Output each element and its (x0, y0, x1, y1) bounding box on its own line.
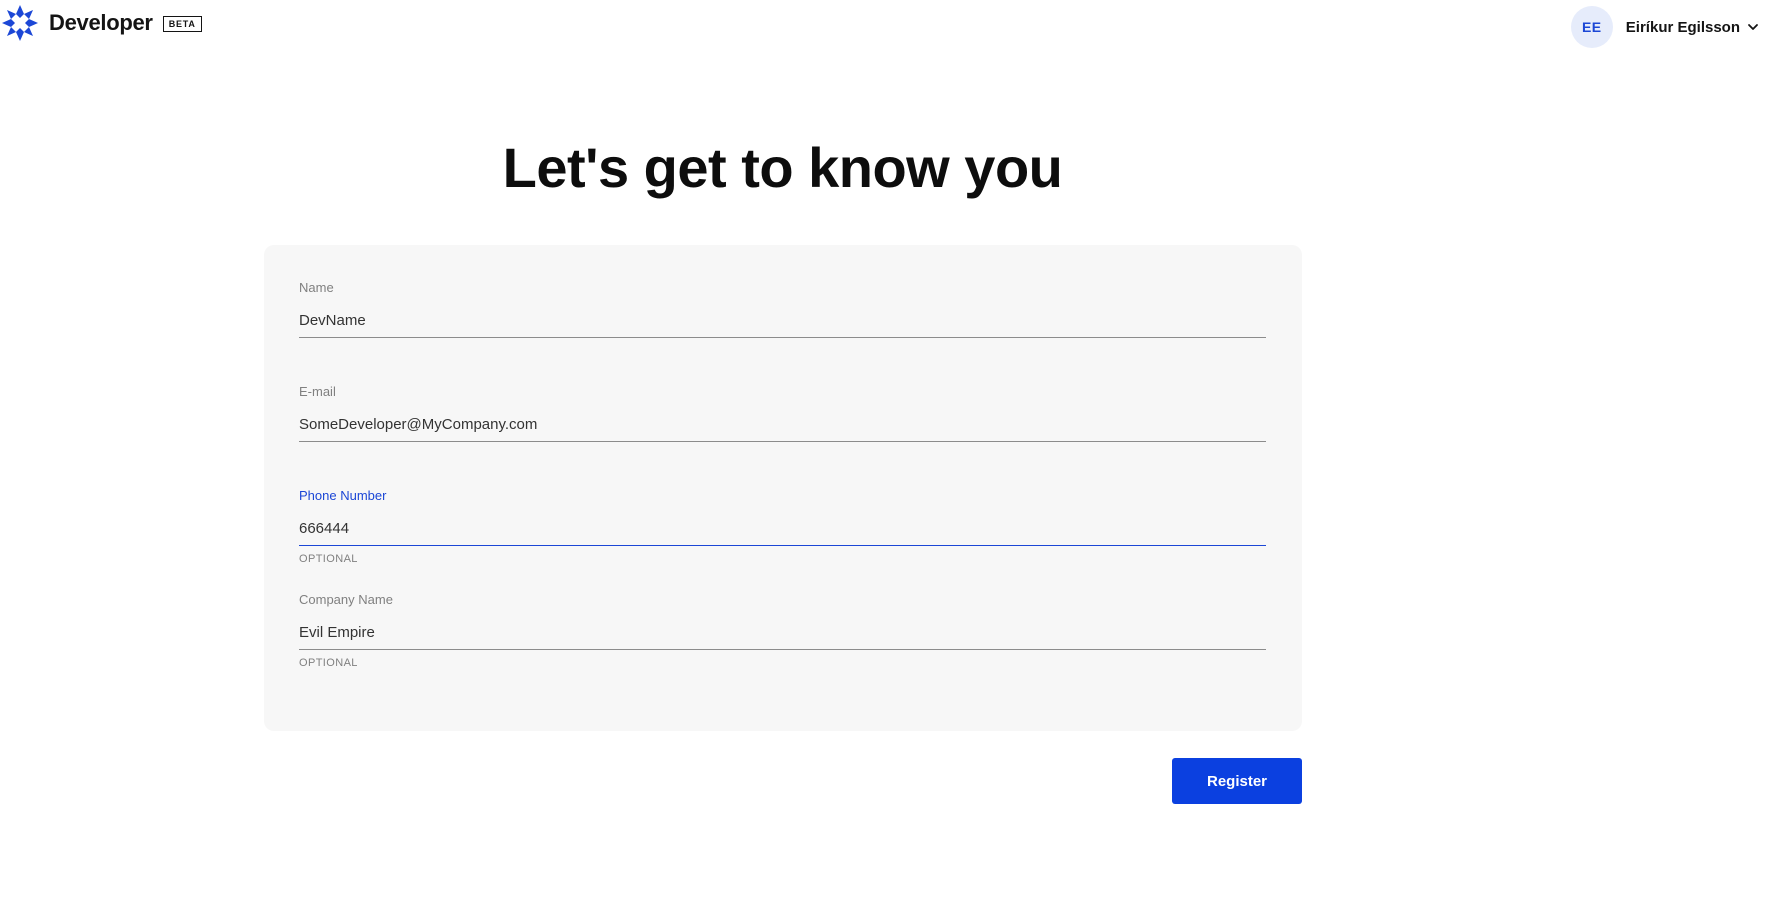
avatar[interactable]: EE (1570, 6, 1613, 48)
email-input[interactable] (299, 412, 1266, 442)
beta-badge: BETA (162, 16, 202, 32)
company-optional-hint: OPTIONAL (299, 657, 358, 669)
name-label: Name (299, 280, 334, 295)
registration-form: Name E-mail Phone Number OPTIONAL Compan… (264, 245, 1302, 731)
company-field: Company Name OPTIONAL (299, 592, 1266, 669)
phone-input[interactable] (299, 516, 1266, 546)
top-bar: Developer BETA EE Eiríkur Egilsson (0, 0, 1767, 52)
page-title: Let's get to know you (502, 136, 1063, 199)
email-field: E-mail (299, 384, 1266, 442)
company-label: Company Name (299, 592, 393, 607)
email-label: E-mail (299, 384, 336, 399)
star-quilt-logo-icon (2, 5, 38, 41)
name-input[interactable] (299, 308, 1266, 338)
company-input[interactable] (299, 620, 1266, 650)
phone-field: Phone Number OPTIONAL (299, 488, 1266, 565)
brand[interactable]: Developer BETA (2, 4, 202, 42)
phone-optional-hint: OPTIONAL (299, 553, 358, 565)
chevron-down-icon[interactable] (1747, 21, 1759, 33)
phone-label: Phone Number (299, 488, 387, 503)
register-button[interactable]: Register (1172, 758, 1302, 804)
user-menu[interactable]: EE Eiríkur Egilsson (1570, 6, 1759, 48)
user-name[interactable]: Eiríkur Egilsson (1626, 19, 1740, 36)
brand-name: Developer (49, 10, 153, 35)
name-field: Name (299, 280, 1266, 338)
